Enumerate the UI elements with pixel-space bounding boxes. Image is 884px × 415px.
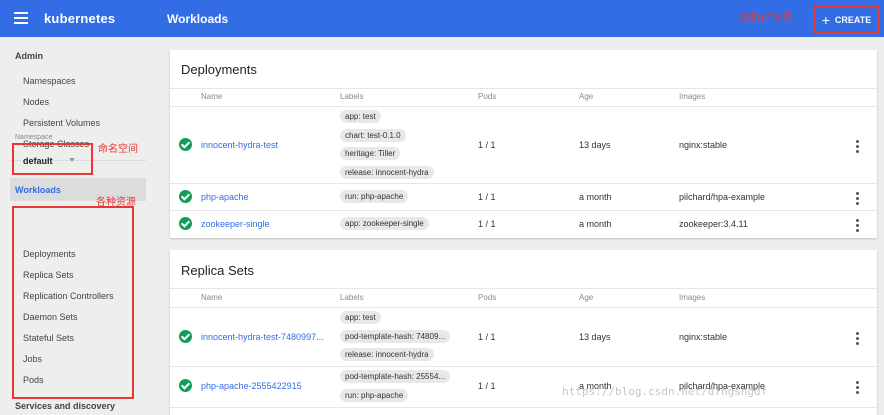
column-header-age: Age bbox=[579, 293, 594, 302]
divider bbox=[170, 210, 877, 211]
divider bbox=[170, 106, 877, 107]
image-value: zookeeper:3.4.11 bbox=[679, 219, 748, 229]
deployments-card: Deployments Name Labels Pods Age Images … bbox=[170, 50, 877, 238]
label-chip: release: innocent-hydra bbox=[340, 348, 434, 361]
divider bbox=[170, 407, 877, 408]
more-vert-icon[interactable] bbox=[856, 219, 859, 234]
sidebar-item-daemon-sets[interactable]: Daemon Sets bbox=[23, 312, 78, 322]
admin-heading[interactable]: Admin bbox=[15, 51, 43, 61]
plus-icon: + bbox=[821, 11, 830, 28]
namespace-annotation: 命名空间 bbox=[98, 144, 138, 155]
pods-count: 1 / 1 bbox=[478, 192, 496, 202]
sidebar-item-nodes[interactable]: Nodes bbox=[23, 97, 49, 107]
create-label: CREATE bbox=[834, 14, 872, 25]
label-chip: heritage: Tiller bbox=[340, 147, 401, 160]
image-value: nginx:stable bbox=[679, 332, 728, 342]
column-header-pods: Pods bbox=[478, 293, 497, 302]
label-chip: app: zookeeper-single bbox=[340, 217, 429, 230]
more-vert-icon[interactable] bbox=[856, 140, 859, 155]
label-chip: release: innocent-hydra bbox=[340, 166, 434, 179]
divider bbox=[170, 307, 877, 308]
label-chip: run: php-apache bbox=[340, 190, 409, 203]
divider bbox=[170, 183, 877, 184]
column-header-name: Name bbox=[201, 92, 223, 101]
label-chip: run: php-apache bbox=[340, 389, 409, 402]
services-heading[interactable]: Services and discovery bbox=[15, 401, 115, 411]
status-ok-icon bbox=[179, 217, 192, 230]
deployment-name-link[interactable]: innocent-hydra-test bbox=[201, 140, 278, 150]
namespace-value: default bbox=[23, 156, 53, 166]
namespace-select[interactable]: default bbox=[12, 143, 93, 175]
more-vert-icon[interactable] bbox=[856, 192, 859, 207]
replica-set-name-link[interactable]: php-apache-2555422915 bbox=[201, 381, 302, 391]
sidebar-item-pods[interactable]: Pods bbox=[23, 375, 44, 385]
menu-icon[interactable] bbox=[14, 12, 28, 24]
column-header-age: Age bbox=[579, 92, 594, 101]
sidebar-item-stateful-sets[interactable]: Stateful Sets bbox=[23, 333, 74, 343]
label-chip: chart: test-0.1.0 bbox=[340, 129, 406, 142]
sidebar-item-deployments[interactable]: Deployments bbox=[23, 249, 76, 259]
replica-set-name-link[interactable]: innocent-hydra-test-7480997... bbox=[201, 332, 324, 342]
column-header-labels: Labels bbox=[340, 293, 364, 302]
sidebar-item-persistent-volumes[interactable]: Persistent Volumes bbox=[23, 118, 100, 128]
age-value: a month bbox=[579, 192, 612, 202]
workloads-label: Workloads bbox=[15, 185, 61, 195]
replica-sets-title: Replica Sets bbox=[181, 263, 254, 278]
age-value: 13 days bbox=[579, 332, 611, 342]
deployments-title: Deployments bbox=[181, 62, 257, 77]
page-title: Workloads bbox=[167, 12, 229, 26]
divider bbox=[170, 366, 877, 367]
sidebar-item-jobs[interactable]: Jobs bbox=[23, 354, 42, 364]
status-ok-icon bbox=[179, 330, 192, 343]
chevron-down-icon bbox=[69, 158, 75, 162]
column-header-images: Images bbox=[679, 293, 706, 302]
sidebar-item-namespaces[interactable]: Namespaces bbox=[23, 76, 76, 86]
top-bar: kubernetes Workloads 创建各种资源 + CREATE bbox=[0, 0, 884, 37]
watermark: https://blog.csdn.net/dfhgshgdf bbox=[562, 385, 768, 398]
deployment-name-link[interactable]: zookeeper-single bbox=[201, 219, 270, 229]
image-value: nginx:stable bbox=[679, 140, 728, 150]
pods-count: 1 / 1 bbox=[478, 219, 496, 229]
image-value: pilchard/hpa-example bbox=[679, 192, 766, 202]
sidebar-item-replication-controllers[interactable]: Replication Controllers bbox=[23, 291, 114, 301]
pods-count: 1 / 1 bbox=[478, 332, 496, 342]
column-header-name: Name bbox=[201, 293, 223, 302]
column-header-images: Images bbox=[679, 92, 706, 101]
divider bbox=[170, 288, 877, 289]
status-ok-icon bbox=[179, 190, 192, 203]
age-value: 13 days bbox=[579, 140, 611, 150]
pods-count: 1 / 1 bbox=[478, 140, 496, 150]
age-value: a month bbox=[579, 219, 612, 229]
create-button[interactable]: + CREATE bbox=[813, 5, 880, 34]
label-chip: app: test bbox=[340, 110, 381, 123]
more-vert-icon[interactable] bbox=[856, 381, 859, 396]
column-header-labels: Labels bbox=[340, 92, 364, 101]
replica-sets-card: Replica Sets Name Labels Pods Age Images… bbox=[170, 250, 877, 415]
label-chip: pod-template-hash: 25554... bbox=[340, 370, 451, 383]
pods-count: 1 / 1 bbox=[478, 381, 496, 391]
status-ok-icon bbox=[179, 379, 192, 392]
divider bbox=[170, 88, 877, 89]
more-vert-icon[interactable] bbox=[856, 332, 859, 347]
label-chip: app: test bbox=[340, 311, 381, 324]
sidebar-item-replica-sets[interactable]: Replica Sets bbox=[23, 270, 74, 280]
deployment-name-link[interactable]: php-apache bbox=[201, 192, 249, 202]
column-header-pods: Pods bbox=[478, 92, 497, 101]
resources-highlight bbox=[12, 206, 134, 399]
namespace-label: Namespace bbox=[15, 134, 53, 141]
create-annotation: 创建各种资源 bbox=[738, 12, 793, 22]
status-ok-icon bbox=[179, 138, 192, 151]
app-brand[interactable]: kubernetes bbox=[44, 11, 115, 26]
label-chip: pod-template-hash: 74809... bbox=[340, 330, 451, 343]
